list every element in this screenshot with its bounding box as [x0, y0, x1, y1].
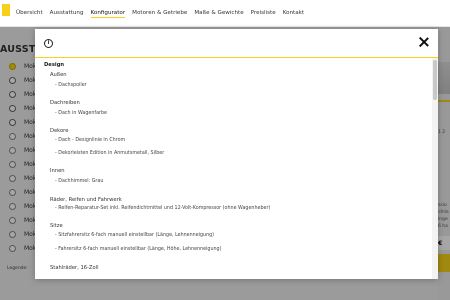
group-title: Innen	[50, 168, 65, 174]
nav-item-uebersicht[interactable]: Übersicht	[16, 9, 43, 18]
info-icon: i	[44, 39, 53, 48]
group-title: Dekore	[50, 128, 69, 134]
modal-scrollbar[interactable]	[432, 58, 438, 279]
group-title: Außen	[50, 72, 67, 78]
nav-items: Übersicht Ausstattung Konfigurator Motor…	[16, 9, 304, 18]
equipment-item: - Dachhimmel: Grau	[55, 179, 104, 184]
top-navigation: Übersicht Ausstattung Konfigurator Motor…	[0, 0, 450, 27]
group-title: Dachreiben	[50, 100, 80, 106]
equipment-item: - Dach in Wagenfarbe	[55, 111, 107, 116]
equipment-item: - Dekorleisten Edition in Anmutsmetall, …	[55, 151, 165, 156]
equipment-item: - Reifen-Reparatur-Set inkl. Reifendicht…	[55, 206, 271, 211]
group-title: Stahlräder, 16-Zoll	[50, 265, 99, 271]
scrollbar-thumb[interactable]	[433, 60, 437, 100]
nav-item-konfigurator[interactable]: Konfigurator	[90, 9, 126, 18]
equipment-item: - Dachspoiler	[55, 83, 87, 88]
nav-item-preisliste[interactable]: Preisliste	[251, 9, 276, 18]
nav-item-motoren-getriebe[interactable]: Motoren & Getriebe	[132, 9, 187, 18]
nav-item-ausstattung[interactable]: Ausstattung	[50, 9, 84, 18]
equipment-item: - Dach - Designlinie in Chrom	[55, 138, 126, 143]
equipment-item: - Fahrersitz 6-fach manuell einstellbar …	[55, 247, 222, 252]
modal-body: Design Außen - Dachspoiler Dachreiben - …	[35, 58, 432, 279]
equipment-item: - Sitzfahrersitz 6-fach manuell einstell…	[55, 233, 215, 238]
brand-logo[interactable]	[2, 4, 10, 16]
modal-header: i	[35, 29, 438, 58]
equipment-info-modal: i Design Außen - Dachspoiler Dachreiben …	[35, 29, 438, 279]
group-title: Sitze	[50, 223, 63, 229]
close-icon[interactable]	[418, 36, 430, 48]
group-title: Räder, Reifen und Fahrwerk	[50, 197, 122, 203]
nav-item-kontakt[interactable]: Kontakt	[283, 9, 304, 18]
section-title-design: Design	[44, 62, 65, 68]
nav-item-masse-gewichte[interactable]: Maße & Gewichte	[194, 9, 243, 18]
